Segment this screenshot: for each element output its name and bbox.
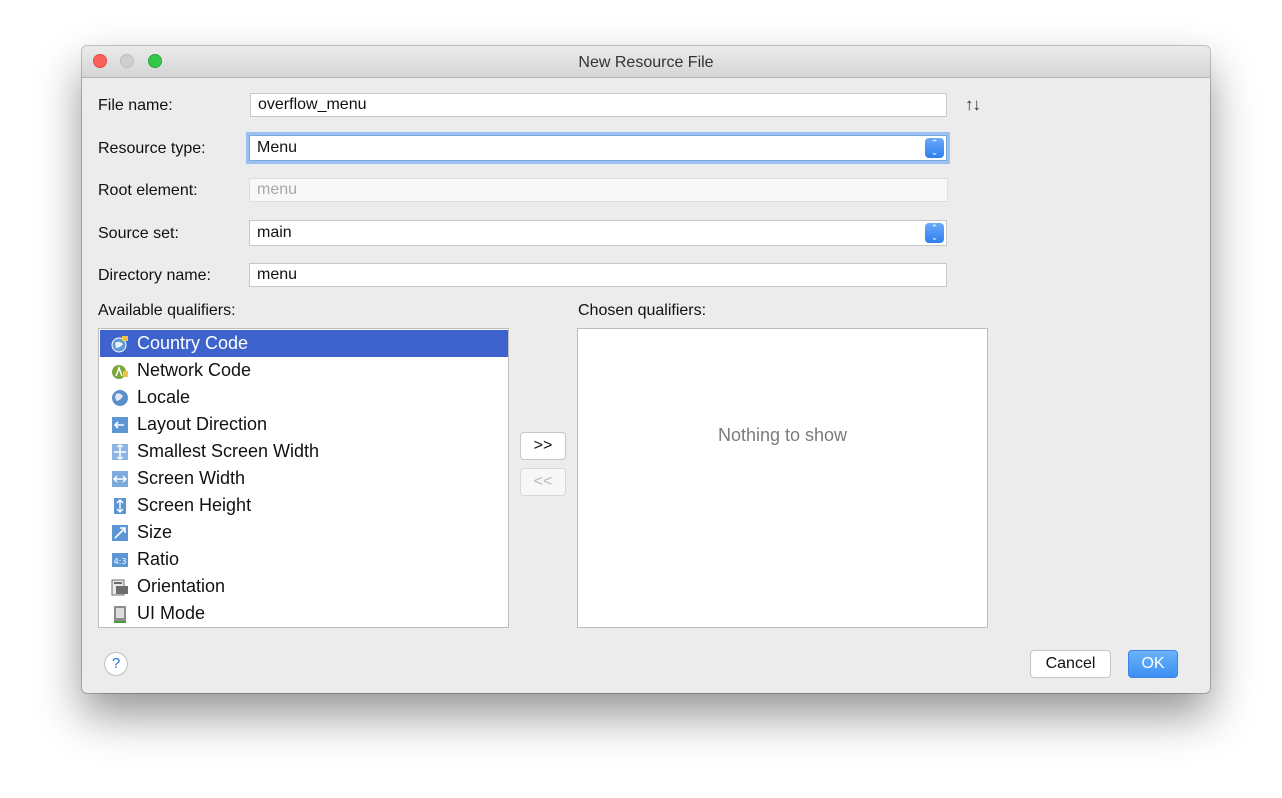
list-item-network-code[interactable]: Network Code [100, 357, 508, 384]
resource-type-value: Menu [257, 139, 298, 156]
resource-type-select[interactable]: Menu ⌃ ⌄ [249, 135, 947, 161]
ui-mode-icon [114, 606, 126, 623]
list-item-screen-width[interactable]: Screen Width [100, 465, 508, 492]
list-item-label: Locale [137, 387, 191, 407]
directory-name-input[interactable]: menu [249, 263, 947, 287]
add-qualifier-button[interactable]: >> [520, 432, 566, 460]
list-item-label: Ratio [137, 549, 180, 569]
list-item-layout-direction[interactable]: Layout Direction [100, 411, 508, 438]
available-qualifiers-list[interactable]: Country Code Network Code Locale Layout … [98, 328, 509, 628]
smallest-width-icon [112, 444, 128, 460]
empty-state-text: Nothing to show [717, 425, 848, 445]
size-icon [112, 525, 128, 541]
layout-direction-icon [112, 417, 128, 433]
screen-width-icon [112, 471, 128, 487]
window-title: New Resource File [578, 54, 714, 71]
list-item-label: Smallest Screen Width [137, 441, 320, 461]
directory-name-label: Directory name: [98, 267, 211, 284]
list-item-ratio[interactable]: 4:3 Ratio [100, 546, 508, 573]
orientation-icon [111, 579, 128, 596]
list-item-orientation[interactable]: Orientation [100, 573, 508, 600]
list-item-country-code[interactable]: Country Code [100, 330, 508, 357]
available-qualifiers-label: Available qualifiers: [98, 302, 236, 319]
help-button[interactable]: ? [104, 652, 128, 676]
list-item-label: Network Code [137, 360, 252, 380]
svg-text:4:3: 4:3 [114, 557, 127, 566]
chevron-updown-icon: ⌃ ⌄ [925, 138, 944, 158]
list-item-label: Layout Direction [137, 414, 268, 434]
root-element-label: Root element: [98, 182, 198, 199]
file-name-input[interactable]: overflow_menu [250, 93, 947, 117]
list-item-size[interactable]: Size [100, 519, 508, 546]
cancel-button[interactable]: Cancel [1030, 650, 1111, 678]
new-resource-file-dialog: New Resource File File name: overflow_me… [82, 46, 1210, 693]
ratio-icon: 4:3 [112, 553, 128, 567]
list-item-label: Orientation [137, 576, 226, 596]
list-item-label: Size [137, 522, 173, 542]
list-item-label: Screen Height [137, 495, 252, 515]
sort-arrows-icon[interactable]: ↑↓ [965, 95, 981, 115]
list-item-ui-mode[interactable]: UI Mode [100, 600, 508, 627]
list-item-label: UI Mode [137, 603, 206, 623]
source-set-select[interactable]: main ⌃ ⌄ [249, 220, 947, 246]
ok-button[interactable]: OK [1128, 650, 1178, 678]
title-bar: New Resource File [82, 46, 1210, 78]
list-item-label: Screen Width [137, 468, 246, 488]
source-set-label: Source set: [98, 225, 179, 242]
source-set-value: main [257, 224, 292, 241]
globe-icon [112, 390, 128, 406]
list-item-screen-height[interactable]: Screen Height [100, 492, 508, 519]
chevron-updown-icon: ⌃ ⌄ [925, 223, 944, 243]
screen-height-icon [114, 498, 126, 514]
chosen-qualifiers-list[interactable]: Nothing to show [577, 328, 988, 628]
list-item-locale[interactable]: Locale [100, 384, 508, 411]
remove-qualifier-button[interactable]: << [520, 468, 566, 496]
list-item-label: Country Code [137, 333, 249, 353]
globe-flag-icon [111, 336, 128, 353]
network-icon [112, 365, 128, 379]
file-name-label: File name: [98, 97, 173, 114]
list-item-smallest-screen-width[interactable]: Smallest Screen Width [100, 438, 508, 465]
resource-type-label: Resource type: [98, 140, 206, 157]
root-element-input: menu [249, 178, 948, 202]
chosen-qualifiers-label: Chosen qualifiers: [578, 302, 707, 319]
